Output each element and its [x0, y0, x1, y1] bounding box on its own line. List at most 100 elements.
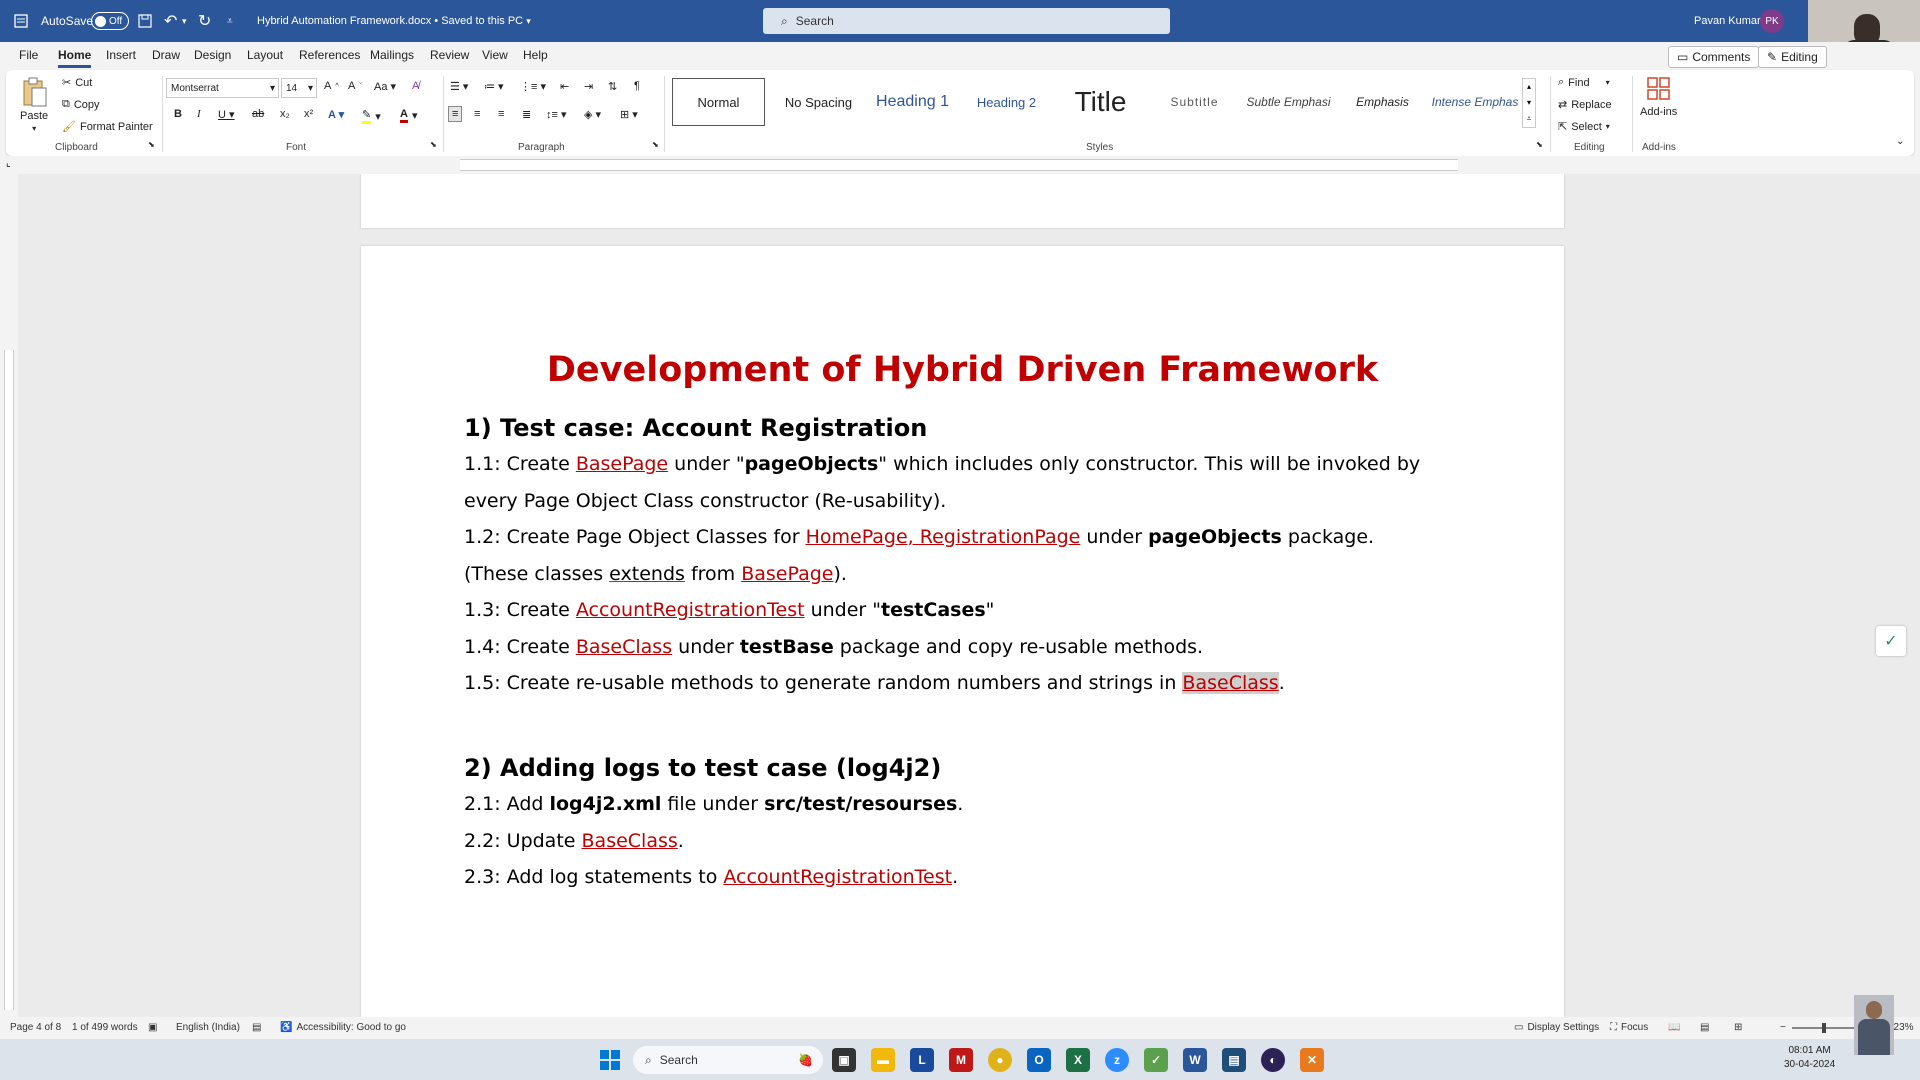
proofing-icon[interactable]: ▣	[148, 1022, 157, 1033]
tab-view[interactable]: View	[482, 48, 508, 62]
tab-insert[interactable]: Insert	[106, 48, 136, 62]
font-launcher-icon[interactable]: ⬊	[430, 140, 437, 149]
display-settings-button[interactable]: ▭ Display Settings	[1514, 1022, 1599, 1033]
more-styles-icon[interactable]: ⩡	[1527, 114, 1532, 124]
text-effects-icon[interactable]: A ▾	[328, 108, 344, 121]
outlook-icon[interactable]: O	[1027, 1048, 1051, 1072]
increase-indent-icon[interactable]: ⇥	[584, 80, 593, 93]
copy-button[interactable]: ⧉ Copy	[62, 98, 100, 111]
style-title[interactable]: Title	[1054, 78, 1147, 126]
superscript-icon[interactable]: x²	[304, 108, 313, 120]
search-input[interactable]: ⌕ Search	[763, 8, 1170, 34]
text-predictions-icon[interactable]: ▤	[252, 1022, 261, 1033]
line-spacing-icon[interactable]: ↕≡ ▾	[546, 108, 567, 121]
vertical-ruler[interactable]	[0, 174, 18, 1017]
focus-button[interactable]: ⛶ Focus	[1610, 1022, 1648, 1033]
find-button[interactable]: ⌕ Find ▾	[1558, 76, 1610, 89]
word-count[interactable]: 1 of 499 words	[72, 1022, 138, 1033]
numbering-icon[interactable]: ≔ ▾	[484, 80, 504, 93]
chevron-down-icon[interactable]: ▾	[1527, 98, 1531, 107]
tab-selector-icon[interactable]: ⌞	[6, 158, 11, 169]
redo-icon[interactable]: ↻	[198, 0, 211, 42]
justify-icon[interactable]: ≣	[522, 108, 531, 121]
bullets-icon[interactable]: ☰ ▾	[450, 80, 468, 93]
customize-qat-icon[interactable]: ⩡	[227, 0, 233, 42]
show-marks-icon[interactable]: ¶	[634, 80, 640, 92]
underline-icon[interactable]: U ▾	[218, 108, 235, 121]
font-name-select[interactable]: Montserrat ▾	[166, 78, 279, 98]
task-view-icon[interactable]: ▣	[832, 1048, 856, 1072]
xampp-icon[interactable]: ✕	[1300, 1048, 1324, 1072]
paste-button[interactable]: Paste ▾	[20, 76, 48, 133]
word-app-icon[interactable]	[14, 0, 28, 42]
align-left-icon[interactable]: ≡	[448, 106, 463, 122]
align-center-icon[interactable]: ≡	[474, 108, 480, 120]
tab-design[interactable]: Design	[194, 48, 231, 62]
app-chart-icon[interactable]: ✓	[1144, 1048, 1168, 1072]
tab-home[interactable]: Home	[58, 48, 92, 68]
subscript-icon[interactable]: x₂	[280, 108, 290, 120]
tab-draw[interactable]: Draw	[152, 48, 180, 62]
mcafee-icon[interactable]: M	[949, 1048, 973, 1072]
editing-mode-button[interactable]: ✎ Editing	[1758, 46, 1827, 68]
addins-button[interactable]: Add-ins	[1640, 76, 1677, 118]
document-page[interactable]: Development of Hybrid Driven Framework 1…	[361, 246, 1564, 1017]
change-case-icon[interactable]: Aa ▾	[374, 80, 396, 93]
print-layout-icon[interactable]: ▤	[1700, 1022, 1709, 1033]
tab-mailings[interactable]: Mailings	[370, 48, 414, 62]
language[interactable]: English (India)	[176, 1022, 240, 1033]
windows-start-icon[interactable]	[598, 1048, 622, 1072]
zoom-app-icon[interactable]: z	[1105, 1048, 1129, 1072]
autosave-toggle[interactable]: Off	[91, 12, 129, 30]
clock[interactable]: 08:01 AM 30-04-2024	[1784, 1044, 1835, 1072]
document-canvas[interactable]: Development of Hybrid Driven Framework 1…	[0, 174, 1920, 1017]
zoom-out-icon[interactable]: −	[1780, 1022, 1786, 1033]
editor-check-icon[interactable]: ✓	[1876, 626, 1906, 656]
save-icon[interactable]	[138, 0, 152, 42]
notepad-icon[interactable]: ▤	[1222, 1048, 1246, 1072]
replace-button[interactable]: ⇄ Replace	[1558, 98, 1612, 112]
select-button[interactable]: ⇱ Select ▾	[1558, 120, 1610, 134]
font-size-select[interactable]: 14 ▾	[281, 78, 317, 98]
paste-dropdown-icon[interactable]: ▾	[32, 124, 36, 133]
undo-dropdown-icon[interactable]: ▾	[182, 0, 187, 42]
decrease-indent-icon[interactable]: ⇤	[560, 80, 569, 93]
strikethrough-icon[interactable]: ab	[252, 108, 264, 120]
tab-layout[interactable]: Layout	[247, 48, 283, 62]
style-no-spacing[interactable]: No Spacing	[772, 78, 865, 126]
grow-font-icon[interactable]: A ^	[324, 80, 339, 92]
chrome-icon[interactable]: ●	[988, 1048, 1012, 1072]
style-normal[interactable]: Normal	[672, 78, 765, 126]
multilevel-list-icon[interactable]: ⋮≡ ▾	[520, 80, 546, 93]
style-intense-emphasis[interactable]: Intense Emphas	[1430, 78, 1520, 126]
tab-help[interactable]: Help	[523, 48, 548, 62]
avatar[interactable]: PK	[1760, 9, 1784, 33]
tab-file[interactable]: File	[19, 48, 38, 62]
zoom-slider-thumb[interactable]	[1822, 1023, 1826, 1033]
bold-icon[interactable]: B	[174, 108, 182, 120]
eclipse-icon[interactable]: ◐	[1261, 1048, 1285, 1072]
highlight-icon[interactable]: ✎ ▾	[362, 108, 381, 124]
word-taskbar-icon[interactable]: W	[1183, 1048, 1207, 1072]
styles-launcher-icon[interactable]: ⬊	[1536, 140, 1543, 149]
shrink-font-icon[interactable]: Aˇ	[348, 80, 362, 92]
style-subtle-emphasis[interactable]: Subtle Emphasi	[1242, 78, 1335, 126]
align-right-icon[interactable]: ≡	[498, 108, 504, 120]
clear-formatting-icon[interactable]: A̸	[412, 80, 419, 92]
borders-icon[interactable]: ⊞ ▾	[620, 108, 638, 121]
sort-icon[interactable]: ⇅	[608, 80, 617, 93]
collapse-ribbon-icon[interactable]: ⌄	[1896, 136, 1904, 147]
horizontal-ruler[interactable]: ⌞	[0, 156, 1920, 174]
format-painter-button[interactable]: 🖌 Format Painter	[62, 120, 153, 134]
styles-scroll[interactable]: ▴ ▾ ⩡	[1522, 78, 1536, 128]
style-emphasis[interactable]: Emphasis	[1336, 78, 1429, 126]
clipboard-launcher-icon[interactable]: ⬊	[148, 140, 155, 149]
paragraph-launcher-icon[interactable]: ⬊	[652, 140, 659, 149]
undo-icon[interactable]: ↶	[164, 0, 177, 42]
page-count[interactable]: Page 4 of 8	[10, 1022, 61, 1033]
accessibility-status[interactable]: ♿ Accessibility: Good to go	[280, 1022, 406, 1033]
font-color-icon[interactable]: A ▾	[400, 108, 417, 123]
excel-icon[interactable]: X	[1066, 1048, 1090, 1072]
taskbar-search[interactable]: ⌕ Search 🍓	[633, 1046, 823, 1074]
shading-icon[interactable]: ◈ ▾	[584, 108, 601, 121]
